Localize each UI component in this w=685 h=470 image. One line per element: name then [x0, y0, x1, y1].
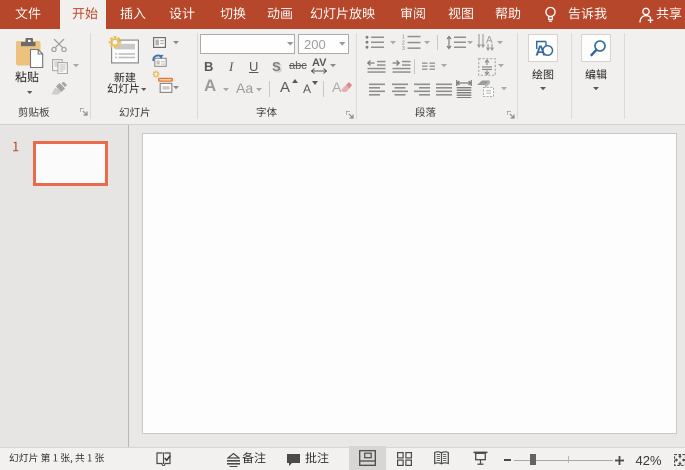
- svg-text:A: A: [535, 44, 546, 59]
- svg-text:3: 3: [402, 46, 405, 51]
